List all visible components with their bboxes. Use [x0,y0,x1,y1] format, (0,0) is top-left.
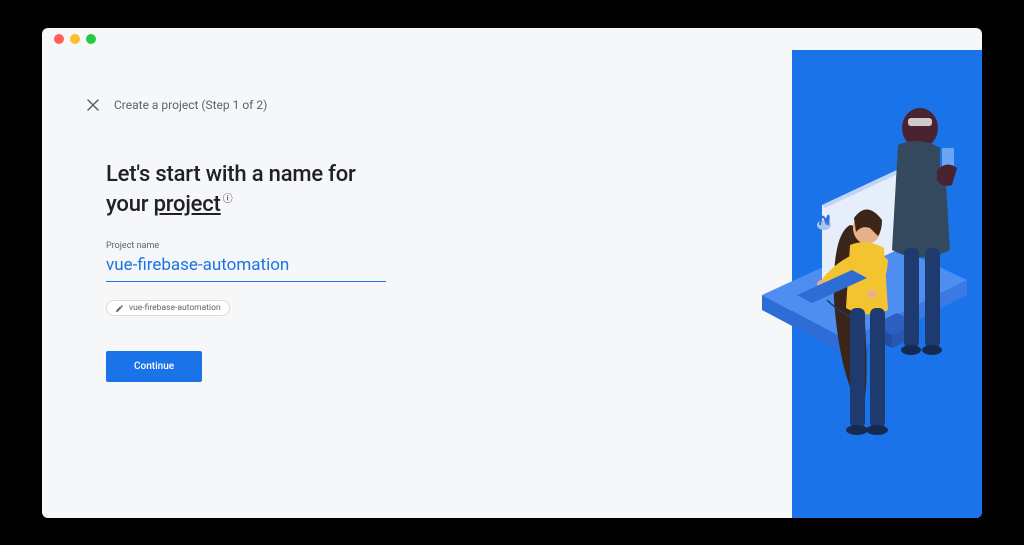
content-area: Create a project (Step 1 of 2) Let's sta… [42,50,982,518]
window-titlebar [42,28,982,50]
app-window: Create a project (Step 1 of 2) Let's sta… [42,28,982,518]
main-form: Let's start with a name for your project… [106,160,486,382]
close-icon[interactable] [86,98,100,112]
window-minimize-button[interactable] [70,34,80,44]
project-name-label: Project name [106,241,486,251]
window-maximize-button[interactable] [86,34,96,44]
wizard-step-title: Create a project (Step 1 of 2) [114,98,267,112]
heading-line2-prefix: your [106,192,154,217]
project-id-chip[interactable]: vue-firebase-automation [106,300,230,316]
continue-button[interactable]: Continue [106,351,202,382]
heading-line1: Let's start with a name for [106,162,356,187]
onboarding-illustration [722,50,982,518]
info-superscript-icon[interactable]: ⓘ [223,194,233,205]
wizard-header: Create a project (Step 1 of 2) [86,98,267,112]
project-id-text: vue-firebase-automation [129,303,221,313]
page-heading: Let's start with a name for your project… [106,160,486,219]
pencil-icon [115,304,124,313]
window-close-button[interactable] [54,34,64,44]
project-name-input[interactable] [106,251,386,282]
heading-project-word: project [154,192,221,217]
